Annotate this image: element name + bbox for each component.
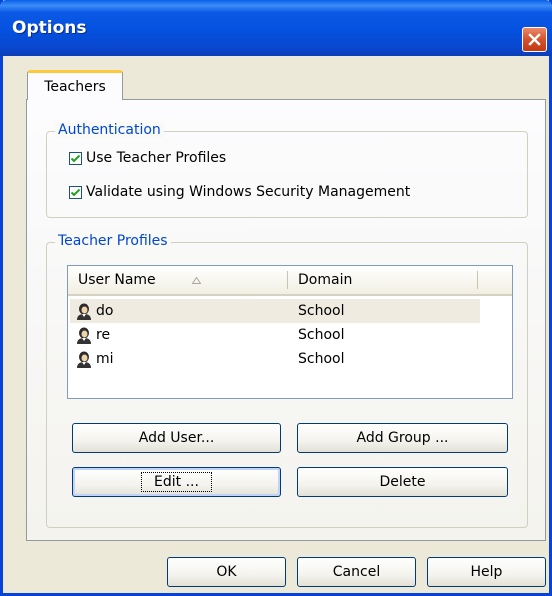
teacher-profiles-group: Teacher Profiles User Name Domain do Sch…	[46, 233, 528, 528]
sort-ascending-icon	[192, 277, 201, 284]
checkmark-icon	[70, 188, 81, 196]
options-dialog: Options Teachers Authentication Use Teac…	[0, 0, 552, 596]
title-bar[interactable]: Options	[0, 0, 552, 56]
row-user-name: re	[96, 327, 111, 343]
use-teacher-profiles-label: Use Teacher Profiles	[86, 150, 227, 166]
teacher-profiles-legend: Teacher Profiles	[55, 233, 171, 249]
teachers-tab-panel: Authentication Use Teacher Profiles Vali…	[26, 99, 546, 541]
list-header: User Name Domain	[68, 266, 512, 296]
ok-button[interactable]: OK	[167, 557, 286, 587]
tab-label: Teachers	[44, 78, 106, 95]
close-button[interactable]	[522, 27, 547, 52]
validate-windows-security-label: Validate using Windows Security Manageme…	[86, 184, 411, 200]
add-user-button[interactable]: Add User...	[72, 423, 281, 453]
help-button[interactable]: Help	[427, 557, 546, 587]
edit-button[interactable]: Edit ...	[72, 467, 281, 497]
column-header-user-name[interactable]: User Name	[68, 266, 286, 294]
row-user-name: mi	[96, 351, 114, 367]
table-row[interactable]: re School	[70, 323, 480, 347]
user-icon	[77, 351, 91, 368]
column-header-domain[interactable]: Domain	[288, 266, 476, 294]
validate-windows-security-checkbox[interactable]: Validate using Windows Security Manageme…	[69, 184, 410, 200]
cancel-button[interactable]: Cancel	[297, 557, 416, 587]
add-group-button[interactable]: Add Group ...	[297, 423, 508, 453]
user-icon	[77, 327, 91, 344]
row-domain: School	[298, 327, 345, 343]
checkmark-icon	[70, 154, 81, 162]
row-domain: School	[298, 303, 345, 319]
checkbox-box[interactable]	[69, 185, 82, 199]
column-separator[interactable]	[477, 271, 478, 289]
close-icon	[528, 33, 541, 46]
authentication-group: Authentication Use Teacher Profiles Vali…	[46, 122, 528, 218]
delete-button[interactable]: Delete	[297, 467, 508, 497]
use-teacher-profiles-checkbox[interactable]: Use Teacher Profiles	[69, 150, 226, 166]
table-row[interactable]: do School	[70, 299, 480, 323]
table-row[interactable]: mi School	[70, 347, 480, 371]
edit-button-label: Edit ...	[141, 472, 212, 492]
row-user-name: do	[96, 303, 114, 319]
checkbox-box[interactable]	[69, 151, 82, 165]
column-label-user-name: User Name	[78, 272, 156, 288]
tab-teachers[interactable]: Teachers	[27, 70, 123, 100]
window-title: Options	[12, 18, 87, 38]
authentication-legend: Authentication	[55, 122, 164, 138]
column-label-domain: Domain	[298, 272, 353, 288]
teacher-profiles-list[interactable]: User Name Domain do School re School mi …	[67, 265, 513, 399]
user-icon	[77, 303, 91, 320]
row-domain: School	[298, 351, 345, 367]
